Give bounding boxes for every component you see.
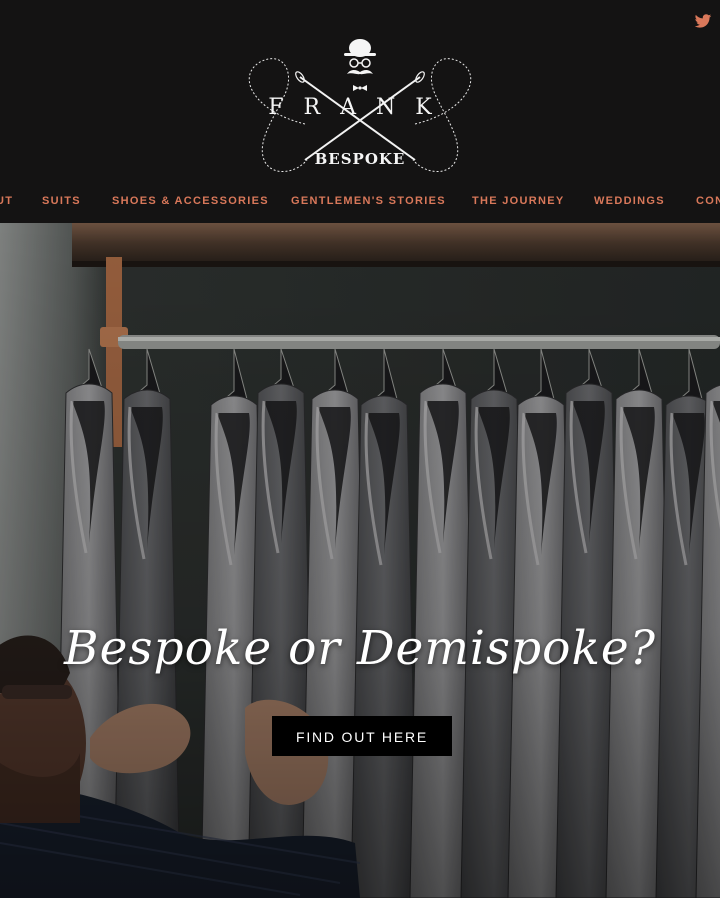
frank-bespoke-logo[interactable]: FRANK BESPOKE bbox=[235, 32, 485, 182]
find-out-here-button[interactable]: FIND OUT HERE bbox=[272, 716, 452, 756]
twitter-icon[interactable] bbox=[694, 12, 712, 30]
main-navigation: UT SUITS SHOES & ACCESSORIES GENTLEMEN'S… bbox=[0, 190, 720, 216]
nav-item-suits[interactable]: SUITS bbox=[42, 195, 81, 207]
site-header: FRANK BESPOKE UT SUITS SHOES & ACCESSORI… bbox=[0, 0, 720, 223]
hero-suit-rack-image bbox=[0, 223, 720, 898]
logo-brand-name: FRANK bbox=[268, 95, 451, 120]
hero-banner: Bespoke or Demispoke? FIND OUT HERE bbox=[0, 223, 720, 898]
hero-headline: Bespoke or Demispoke? bbox=[64, 621, 656, 676]
nav-item-contact[interactable]: CON bbox=[696, 195, 720, 207]
logo-brand-tagline: BESPOKE bbox=[315, 150, 406, 168]
nav-item-the-journey[interactable]: THE JOURNEY bbox=[472, 195, 565, 207]
nav-item-weddings[interactable]: WEDDINGS bbox=[594, 195, 665, 207]
nav-item-about[interactable]: UT bbox=[0, 195, 13, 207]
nav-item-shoes-accessories[interactable]: SHOES & ACCESSORIES bbox=[112, 195, 269, 207]
nav-item-gentlemens-stories[interactable]: GENTLEMEN'S STORIES bbox=[291, 195, 446, 207]
